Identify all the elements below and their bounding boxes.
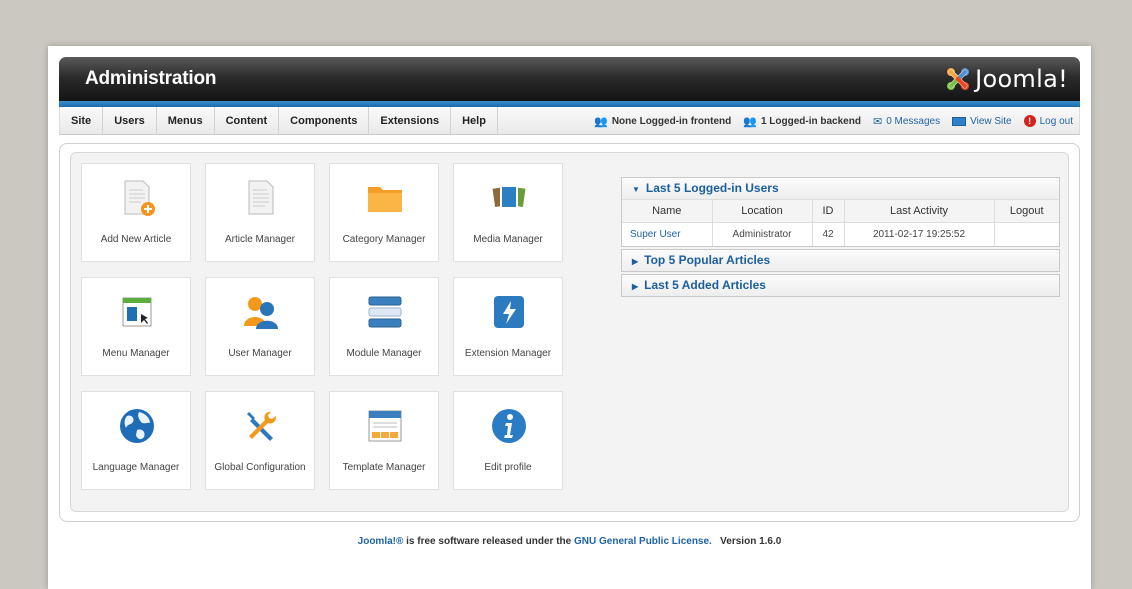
tools-icon: [247, 411, 277, 441]
folder-icon: [368, 187, 402, 212]
footer-text: is free software released under the: [403, 536, 574, 547]
column-header-location: Location: [712, 199, 813, 223]
users-frontend-icon: 👥: [594, 115, 608, 128]
table-header-row: Name Location ID Last Activity Logout: [622, 199, 1059, 223]
logged-in-users-toggle[interactable]: ▼ Last 5 Logged-in Users: [622, 178, 1059, 199]
footer: Joomla!® is free software released under…: [48, 536, 1091, 547]
template-icon: [368, 410, 402, 442]
quick-icon-article-manager[interactable]: Article Manager: [205, 163, 315, 262]
media-icon: [490, 185, 528, 209]
quick-icon-media-manager[interactable]: Media Manager: [453, 163, 563, 262]
globe-icon: [120, 409, 154, 443]
collapsed-arrow-icon: ▶: [632, 257, 639, 266]
quick-icon-template-manager[interactable]: Template Manager: [329, 391, 439, 490]
frontend-status-label: None Logged-in frontend: [611, 115, 732, 127]
joomla-logo[interactable]: Joomla!: [945, 63, 1068, 95]
joomla-link[interactable]: Joomla!®: [358, 536, 404, 547]
extension-icon: [494, 296, 524, 328]
quick-icon-add-article[interactable]: Add New Article: [81, 163, 191, 262]
users-backend-icon: 👥: [743, 115, 757, 128]
menu-menus[interactable]: Menus: [157, 106, 215, 135]
quick-icon-label: Menu Manager: [102, 348, 170, 359]
quick-icon-global-configuration[interactable]: Global Configuration: [205, 391, 315, 490]
status-bar: 👥 None Logged-in frontend 👥 1 Logged-in …: [594, 107, 1079, 135]
quick-icon-label: Module Manager: [346, 348, 422, 359]
quick-icon-label: Media Manager: [473, 234, 543, 245]
view-site-icon: [952, 116, 967, 126]
header-bar: Administration Joomla!: [59, 57, 1080, 101]
messages-link[interactable]: ✉ 0 Messages: [873, 115, 940, 128]
quick-icon-menu-manager[interactable]: Menu Manager: [81, 277, 191, 376]
info-icon: [492, 409, 526, 443]
quick-icon-module-manager[interactable]: Module Manager: [329, 277, 439, 376]
user-location: Administrator: [712, 222, 813, 246]
users-icon: [244, 297, 278, 329]
control-panel: Add New Article Article Manager Category…: [59, 143, 1080, 522]
quick-icon-label: Add New Article: [100, 234, 172, 245]
article-icon: [248, 180, 274, 215]
expanded-arrow-icon: ▼: [632, 185, 640, 194]
joomla-logo-icon: [947, 68, 970, 90]
collapsed-arrow-icon: ▶: [632, 282, 639, 291]
added-articles-toggle[interactable]: ▶ Last 5 Added Articles: [622, 275, 1059, 296]
column-header-last-activity: Last Activity: [844, 199, 995, 223]
backend-status-label: 1 Logged-in backend: [760, 115, 861, 127]
popular-articles-panel: ▶ Top 5 Popular Articles: [621, 249, 1060, 272]
panel-title: Top 5 Popular Articles: [644, 253, 771, 267]
user-logout-cell: [994, 222, 1059, 246]
control-panel-inner: Add New Article Article Manager Category…: [70, 152, 1069, 512]
quick-icon-user-manager[interactable]: User Manager: [205, 277, 315, 376]
user-name-link[interactable]: Super User: [622, 222, 713, 246]
frontend-status: 👥 None Logged-in frontend: [594, 115, 731, 128]
menu-extensions[interactable]: Extensions: [369, 106, 452, 135]
quick-icon-label: Article Manager: [224, 234, 296, 245]
logo-text: Joomla!: [975, 65, 1068, 93]
view-site-link[interactable]: View Site: [952, 116, 1012, 127]
column-header-id: ID: [812, 199, 845, 223]
quick-icon-label: Language Manager: [92, 462, 180, 473]
panel-title: Last 5 Added Articles: [644, 278, 766, 292]
menu-components[interactable]: Components: [279, 106, 370, 135]
logout-label: Log out: [1039, 115, 1073, 127]
panel-title: Last 5 Logged-in Users: [645, 181, 779, 195]
user-last-activity: 2011-02-17 19:25:52: [844, 222, 995, 246]
quick-icon-extension-manager[interactable]: Extension Manager: [453, 277, 563, 376]
quick-icon-edit-profile[interactable]: Edit profile: [453, 391, 563, 490]
version-label: Version 1.6.0: [720, 536, 782, 547]
quick-icon-category-manager[interactable]: Category Manager: [329, 163, 439, 262]
menu-icon: [122, 297, 152, 327]
column-header-name: Name: [622, 199, 713, 223]
quick-icon-label: Template Manager: [342, 462, 426, 473]
module-icon: [368, 296, 402, 328]
quick-icon-label: Edit profile: [484, 462, 532, 473]
main-menu: Site Users Menus Content Components Exte…: [59, 106, 1080, 135]
popular-articles-toggle[interactable]: ▶ Top 5 Popular Articles: [622, 250, 1059, 271]
quick-icon-label: Extension Manager: [464, 348, 552, 359]
admin-page: Administration Joomla! Site Users Menus …: [48, 46, 1091, 589]
quick-icon-label: Category Manager: [342, 234, 426, 245]
backend-status: 👥 1 Logged-in backend: [743, 115, 861, 128]
logged-in-users-panel: ▼ Last 5 Logged-in Users Name Location ID…: [621, 177, 1060, 247]
license-link[interactable]: GNU General Public License.: [574, 536, 712, 547]
quick-icon-language-manager[interactable]: Language Manager: [81, 391, 191, 490]
menu-site[interactable]: Site: [60, 106, 104, 135]
messages-label: 0 Messages: [886, 115, 941, 127]
quick-icon-label: User Manager: [228, 348, 292, 359]
page-title: Administration: [85, 68, 217, 89]
table-row: Super User Administrator 42 2011-02-17 1…: [622, 222, 1059, 246]
logout-icon: !: [1023, 115, 1036, 127]
logged-in-users-table: Name Location ID Last Activity Logout Su…: [622, 199, 1059, 246]
user-id: 42: [812, 222, 845, 246]
menu-help[interactable]: Help: [451, 106, 498, 135]
menu-content[interactable]: Content: [215, 106, 280, 135]
add-article-icon: [124, 180, 155, 216]
column-header-logout: Logout: [994, 199, 1059, 223]
added-articles-panel: ▶ Last 5 Added Articles: [621, 274, 1060, 297]
messages-icon: ✉: [872, 115, 883, 128]
quick-icon-label: Global Configuration: [214, 462, 306, 473]
logout-link[interactable]: ! Log out: [1023, 115, 1073, 127]
view-site-label: View Site: [970, 115, 1012, 127]
menu-users[interactable]: Users: [103, 106, 157, 135]
